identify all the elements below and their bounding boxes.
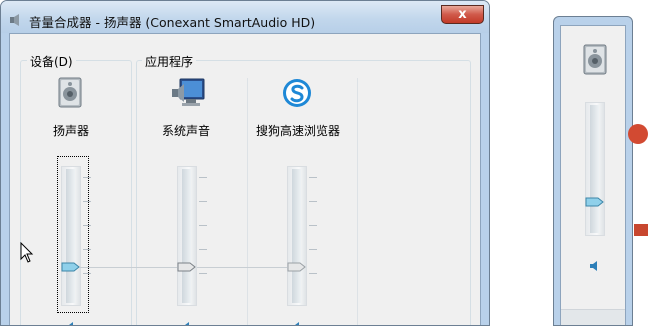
devices-group-title: 设备(D) xyxy=(27,53,76,70)
slider-groove xyxy=(182,169,191,303)
slider-groove xyxy=(66,169,75,303)
channel-label-system-sounds: 系统声音 xyxy=(161,124,210,138)
slider-groove xyxy=(590,105,599,233)
channel-separator xyxy=(357,78,358,325)
window-title: 音量合成器 - 扬声器 (Conexant SmartAudio HD) xyxy=(29,15,316,30)
volume-icon[interactable] xyxy=(181,322,197,326)
speaker-volume-track[interactable] xyxy=(61,166,91,306)
applications-group-title: 应用程序 xyxy=(142,53,197,70)
slider-ticks xyxy=(83,177,91,297)
slider-groove xyxy=(292,169,301,303)
popup-volume-thumb[interactable] xyxy=(585,197,604,207)
title-bar[interactable]: 音量合成器 - 扬声器 (Conexant SmartAudio HD) x xyxy=(1,1,489,33)
sogou-browser-icon[interactable] xyxy=(281,77,313,109)
close-button[interactable]: x xyxy=(441,5,484,24)
mixer-client-area: 设备(D) 应用程序 扬声器 系统声音 搜狗高速浏览器 xyxy=(9,33,481,325)
speaker-volume-thumb[interactable] xyxy=(61,262,80,272)
volume-icon[interactable] xyxy=(589,261,605,271)
volume-mixer-window: 音量合成器 - 扬声器 (Conexant SmartAudio HD) x 设… xyxy=(0,0,490,326)
desktop-badge xyxy=(628,124,648,146)
speaker-device-icon[interactable] xyxy=(581,43,611,77)
channel-label-sogou-browser: 搜狗高速浏览器 xyxy=(255,124,340,138)
channel-separator xyxy=(247,78,248,325)
mouse-cursor-icon xyxy=(20,242,34,263)
volume-popup-client xyxy=(560,25,626,325)
system-sounds-volume-thumb[interactable] xyxy=(177,262,196,272)
speaker-device-icon[interactable] xyxy=(56,77,86,109)
sogou-browser-volume-thumb[interactable] xyxy=(287,262,306,272)
popup-bottom-band xyxy=(561,309,625,325)
volume-popup-window xyxy=(553,16,633,326)
speaker-app-icon xyxy=(10,14,19,26)
sogou-browser-volume-track[interactable] xyxy=(287,166,317,306)
popup-volume-track[interactable] xyxy=(585,102,605,236)
slider-ticks xyxy=(309,177,317,297)
desktop-tag xyxy=(634,224,648,236)
slider-ticks xyxy=(199,177,207,297)
volume-icon[interactable] xyxy=(291,322,307,326)
channel-label-speaker: 扬声器 xyxy=(52,124,89,138)
volume-icon[interactable] xyxy=(65,322,81,326)
system-sounds-icon[interactable] xyxy=(170,77,206,111)
system-sounds-volume-track[interactable] xyxy=(177,166,207,306)
